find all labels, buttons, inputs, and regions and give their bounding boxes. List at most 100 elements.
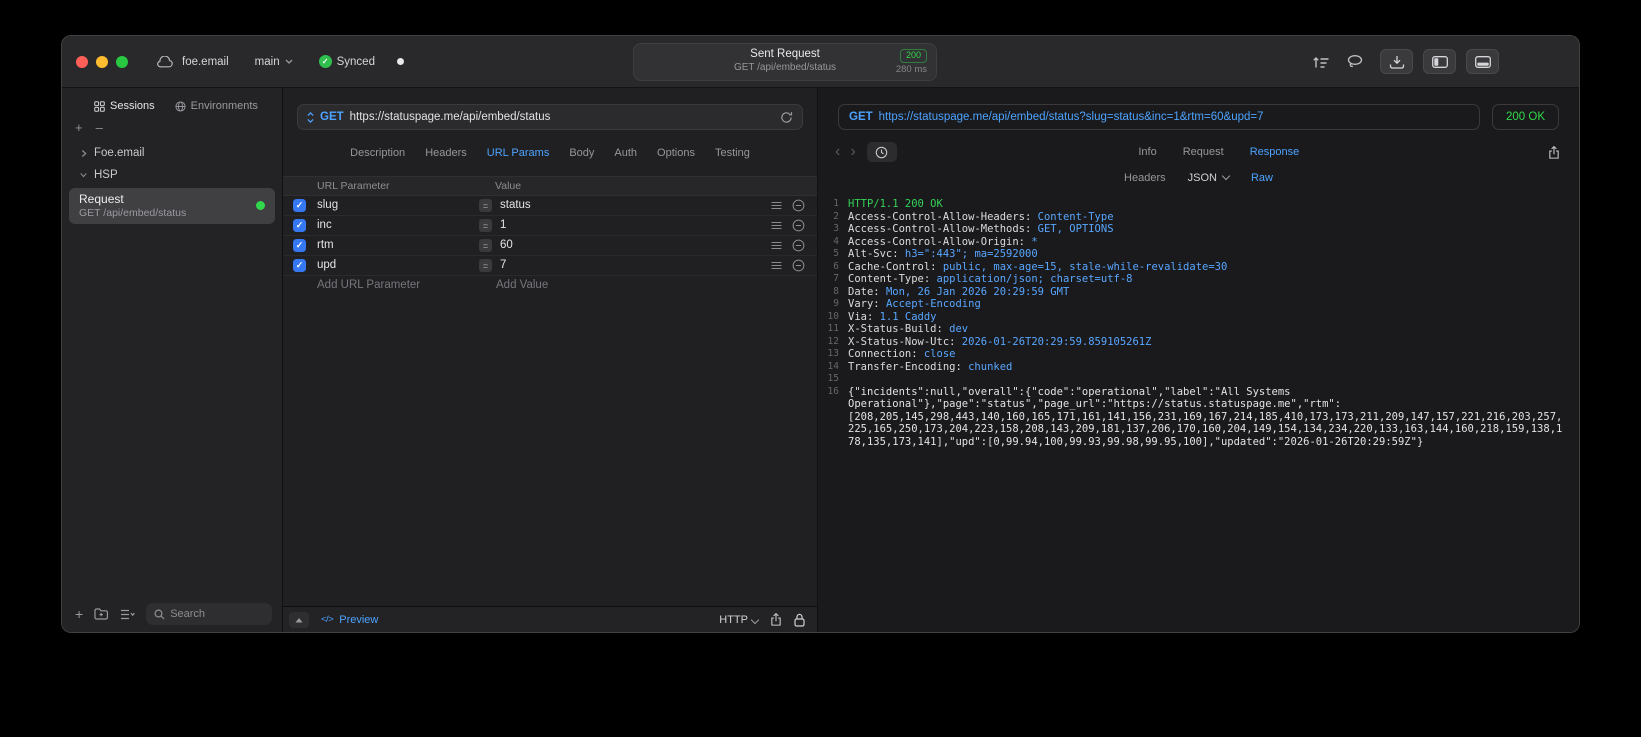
tab-environments[interactable]: Environments xyxy=(175,100,258,112)
zoom-window-button[interactable] xyxy=(116,55,128,68)
lock-icon[interactable] xyxy=(794,613,805,627)
drag-handle-icon[interactable] xyxy=(771,241,782,250)
line-number: 9 xyxy=(833,298,839,309)
editor-tab-description[interactable]: Description xyxy=(350,147,405,159)
editor-tab-url-params[interactable]: URL Params xyxy=(487,147,550,159)
line-number: 3 xyxy=(833,223,839,234)
tab-environments-label: Environments xyxy=(190,100,258,112)
history-clock-button[interactable] xyxy=(866,142,897,162)
request-url[interactable]: https://statuspage.me/api/embed/status xyxy=(350,111,774,123)
synced-check-icon xyxy=(318,55,332,68)
remove-param-button[interactable] xyxy=(792,199,805,212)
request-list-item-selected[interactable]: Request GET /api/embed/status xyxy=(69,188,275,224)
line-number: 16 xyxy=(827,385,839,397)
param-enabled-checkbox[interactable] xyxy=(293,219,306,232)
response-viewer: GET https://statuspage.me/api/embed/stat… xyxy=(818,88,1579,632)
add-param-row[interactable]: Add URL Parameter Add Value xyxy=(283,276,817,296)
status-code-badge: 200 xyxy=(899,49,927,63)
add-request-button[interactable]: + xyxy=(75,606,83,622)
editor-tab-body[interactable]: Body xyxy=(569,147,594,159)
param-enabled-checkbox[interactable] xyxy=(293,199,306,212)
editor-tab-testing[interactable]: Testing xyxy=(715,147,750,159)
view-options-icon[interactable] xyxy=(120,609,136,620)
remove-param-button[interactable] xyxy=(792,219,805,232)
new-folder-button[interactable] xyxy=(94,608,109,620)
param-value-field[interactable]: 7 xyxy=(500,259,506,272)
editor-tab-options[interactable]: Options xyxy=(657,147,695,159)
response-tab-response[interactable]: Response xyxy=(1250,146,1300,158)
branch-selector[interactable]: main xyxy=(255,56,293,68)
editor-tab-headers[interactable]: Headers xyxy=(425,147,467,159)
search-icon xyxy=(154,608,165,620)
protocol-selector[interactable]: HTTP xyxy=(719,614,758,626)
import-request-button[interactable] xyxy=(1380,49,1413,74)
editor-tab-auth[interactable]: Auth xyxy=(614,147,637,159)
sidebar-search-input[interactable] xyxy=(170,608,264,620)
line-number: 4 xyxy=(833,235,839,247)
project-name[interactable]: foe.email xyxy=(182,56,229,68)
collapse-editor-button[interactable] xyxy=(289,611,309,628)
param-value-field[interactable]: 1 xyxy=(500,219,506,232)
lasso-tool-icon[interactable] xyxy=(1346,54,1364,69)
tab-sessions[interactable]: Sessions xyxy=(94,100,155,112)
close-window-button[interactable] xyxy=(76,55,88,68)
param-name-field[interactable]: inc xyxy=(317,219,332,231)
sent-request-subtitle: GET /api/embed/status xyxy=(733,62,837,73)
response-subtab-raw[interactable]: Raw xyxy=(1251,172,1273,184)
response-line-16: 16 {"incidents":null,"overall":{"code":"o… xyxy=(824,386,1565,449)
add-param-value-placeholder[interactable]: Add Value xyxy=(496,279,548,291)
request-method[interactable]: GET xyxy=(320,111,344,123)
response-tab-info[interactable]: Info xyxy=(1138,146,1156,158)
add-session-button[interactable]: + xyxy=(75,121,83,134)
response-tabs: Info Request Response xyxy=(897,140,1541,164)
response-subtab-headers[interactable]: Headers xyxy=(1124,172,1166,184)
toggle-sidebar-button[interactable] xyxy=(1423,49,1456,74)
response-subtab-json[interactable]: JSON xyxy=(1188,172,1229,184)
param-enabled-checkbox[interactable] xyxy=(293,259,306,272)
param-value-field[interactable]: 60 xyxy=(500,239,513,252)
param-value-field[interactable]: status xyxy=(500,199,531,212)
tree-group-foe-email[interactable]: Foe.email xyxy=(62,142,282,164)
response-line-11: 11 X-Status-Build: dev xyxy=(824,323,1565,336)
history-back-button[interactable]: ‹ xyxy=(830,144,845,160)
response-line-5: 5 Alt-Svc: h3=":443"; ma=2592000 xyxy=(824,248,1565,261)
response-line-10: 10 Via: 1.1 Caddy xyxy=(824,311,1565,324)
export-response-button[interactable] xyxy=(1541,142,1567,162)
remove-param-button[interactable] xyxy=(792,239,805,252)
preview-label: Preview xyxy=(339,613,379,626)
drag-handle-icon[interactable] xyxy=(771,201,782,210)
share-request-icon[interactable] xyxy=(770,612,782,627)
remove-param-button[interactable] xyxy=(792,259,805,272)
sync-status[interactable]: Synced xyxy=(318,55,375,68)
param-enabled-checkbox[interactable] xyxy=(293,239,306,252)
response-tab-request[interactable]: Request xyxy=(1183,146,1224,158)
response-line-6: 6 Cache-Control: public, max-age=15, stal… xyxy=(824,261,1565,274)
remove-session-button[interactable]: – xyxy=(96,121,103,134)
line-number: 7 xyxy=(833,273,839,284)
param-name-field[interactable]: rtm xyxy=(317,239,334,251)
request-editor-footer: </> Preview HTTP xyxy=(283,606,817,632)
response-line-14: 14 Transfer-Encoding: chunked xyxy=(824,361,1565,374)
add-param-name-placeholder[interactable]: Add URL Parameter xyxy=(317,279,420,291)
sidebar-search[interactable] xyxy=(146,603,272,625)
method-selector-icon[interactable] xyxy=(307,111,314,123)
response-url-field[interactable]: GET https://statuspage.me/api/embed/stat… xyxy=(838,104,1480,130)
param-name-field[interactable]: upd xyxy=(317,259,336,271)
sidebar-session-controls: + – xyxy=(62,118,282,138)
param-name-field[interactable]: slug xyxy=(317,199,338,211)
drag-handle-icon[interactable] xyxy=(771,221,782,230)
chevron-down-icon xyxy=(285,59,293,64)
tree-group-hsp[interactable]: HSP xyxy=(62,164,282,186)
request-url-bar[interactable]: GET https://statuspage.me/api/embed/stat… xyxy=(297,104,803,130)
preview-button[interactable]: </> Preview xyxy=(321,614,378,626)
branch-name: main xyxy=(254,55,280,68)
sent-request-pill[interactable]: Sent Request 200 GET /api/embed/status 2… xyxy=(633,43,937,81)
response-line-3: 3 Access-Control-Allow-Methods: GET, OPTI… xyxy=(824,223,1565,236)
toggle-bottom-panel-button[interactable] xyxy=(1466,49,1499,74)
value-type-icon: = xyxy=(479,259,492,272)
sort-requests-icon[interactable] xyxy=(1312,55,1330,69)
history-forward-button[interactable]: › xyxy=(845,144,860,160)
drag-handle-icon[interactable] xyxy=(771,261,782,270)
minimize-window-button[interactable] xyxy=(96,55,108,68)
resend-request-button[interactable] xyxy=(780,111,793,124)
